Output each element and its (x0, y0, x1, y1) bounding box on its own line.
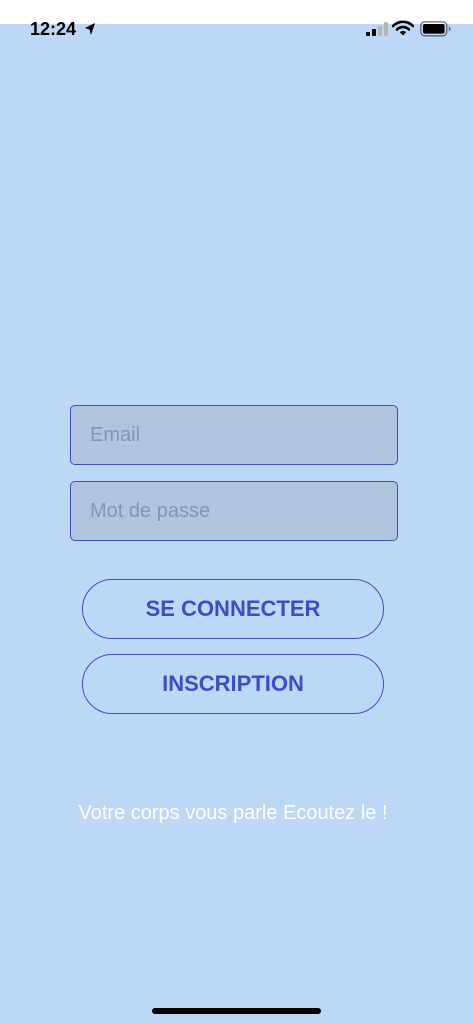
login-button[interactable]: SE CONNECTER (82, 579, 384, 639)
tagline: Votre corps vous parle Ecoutez le ! (78, 802, 388, 824)
wifi-icon (392, 20, 414, 36)
location-arrow-icon (85, 23, 95, 35)
signup-button[interactable]: INSCRIPTION (82, 654, 384, 714)
home-indicator[interactable] (152, 1008, 321, 1014)
password-input[interactable] (70, 481, 398, 541)
cellular-signal-icon (366, 22, 388, 36)
status-time: 12:24 (30, 19, 77, 39)
email-input[interactable] (70, 405, 398, 465)
battery-icon (420, 21, 451, 37)
